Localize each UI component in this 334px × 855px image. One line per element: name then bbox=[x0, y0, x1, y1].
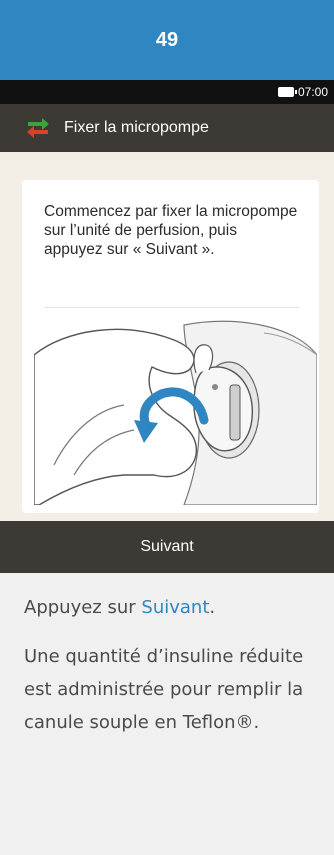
screen-title-bar: Fixer la micropompe bbox=[0, 104, 334, 152]
status-bar: 07:00 bbox=[0, 80, 334, 104]
screen-title: Fixer la micropompe bbox=[64, 119, 209, 136]
device-screen: 07:00 Fixer la micropompe Commencez par … bbox=[0, 80, 334, 573]
instruction-card: Commencez par fixer la micropompe sur l’… bbox=[22, 180, 319, 513]
step-number-header: 49 bbox=[0, 0, 334, 80]
note-suffix: . bbox=[209, 597, 216, 618]
next-link[interactable]: Suivant bbox=[141, 597, 209, 618]
swap-arrows-icon bbox=[27, 118, 49, 138]
note-press-next: Appuyez sur Suivant. bbox=[24, 591, 310, 624]
next-button[interactable]: Suivant bbox=[0, 521, 334, 573]
note-insulin: Une quantité d’insuline réduite est admi… bbox=[24, 646, 304, 733]
instruction-text: Commencez par fixer la micropompe sur l’… bbox=[44, 203, 298, 258]
note-prefix: Appuyez sur bbox=[24, 597, 142, 618]
next-button-label: Suivant bbox=[140, 538, 194, 555]
step-number: 49 bbox=[155, 28, 179, 51]
status-time: 07:00 bbox=[297, 85, 328, 99]
attach-pump-illustration bbox=[34, 320, 317, 505]
notes-section: Appuyez sur Suivant. Une quantité d’insu… bbox=[0, 573, 334, 739]
battery-icon bbox=[277, 87, 297, 97]
divider bbox=[44, 307, 299, 308]
